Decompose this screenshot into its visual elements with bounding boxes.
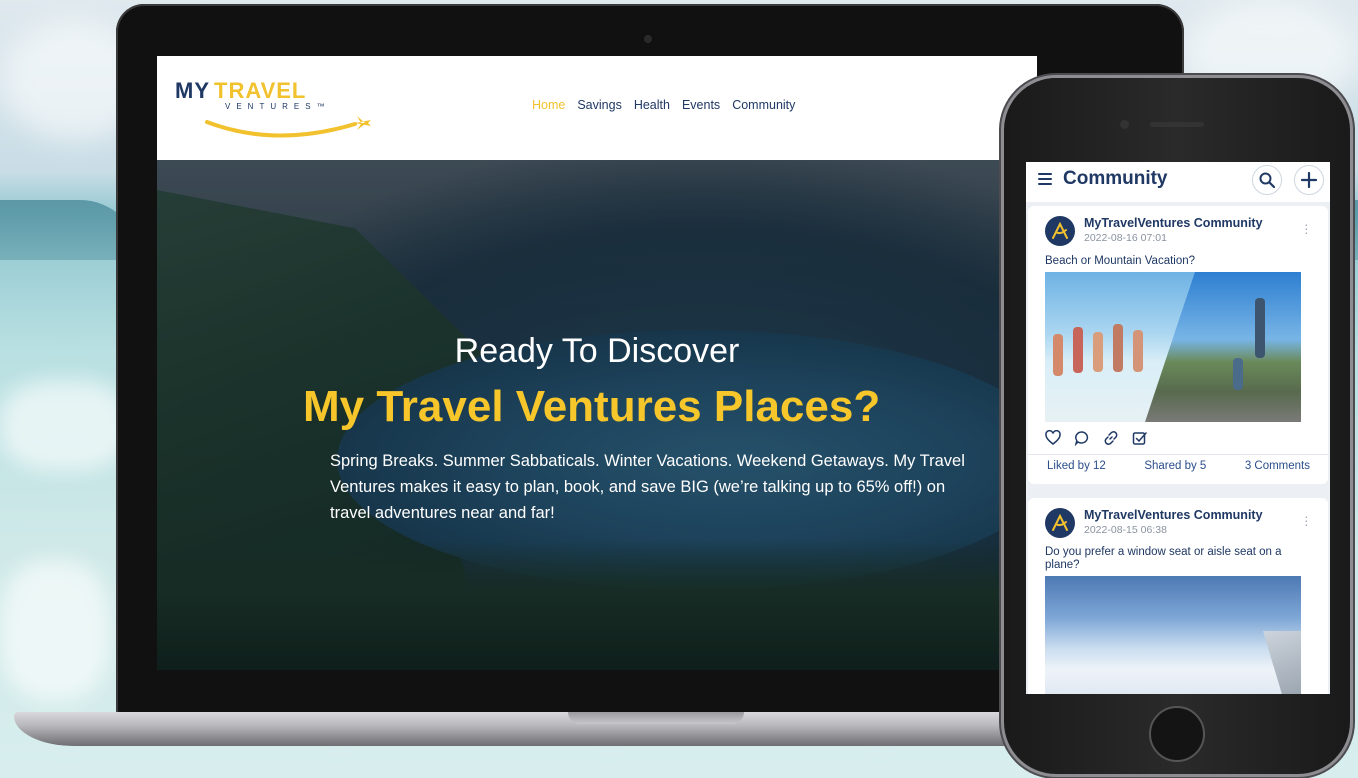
avatar[interactable] <box>1045 508 1075 538</box>
airplane-swoosh-icon <box>205 116 371 138</box>
hiker-figure <box>1255 298 1265 358</box>
nav-health[interactable]: Health <box>634 98 670 112</box>
comment-icon[interactable] <box>1074 430 1090 446</box>
main-nav: Home Savings Health Events Community <box>532 98 795 112</box>
hamburger-icon[interactable] <box>1038 173 1052 185</box>
plus-icon <box>1301 172 1317 188</box>
sea-foam <box>0 560 110 700</box>
shares-count[interactable]: Shared by 5 <box>1144 460 1206 472</box>
link-icon[interactable] <box>1103 430 1119 446</box>
logo-text-my: MY <box>175 78 210 103</box>
nav-savings[interactable]: Savings <box>577 98 621 112</box>
sea-foam <box>0 380 130 470</box>
nav-home[interactable]: Home <box>532 98 565 112</box>
hero-banner: Ready To Discover My Travel Ventures Pla… <box>157 160 1037 670</box>
person-figure <box>1113 324 1123 372</box>
phone-speaker <box>1150 122 1204 127</box>
search-icon <box>1259 172 1275 188</box>
person-figure <box>1073 327 1083 373</box>
home-button[interactable] <box>1149 706 1205 762</box>
checkbox-icon[interactable] <box>1132 430 1148 446</box>
laptop-base <box>14 712 1074 746</box>
app-title: Community <box>1063 168 1168 189</box>
post-image[interactable] <box>1045 576 1301 694</box>
phone-screen: Community MyTravelVentures Community 202… <box>1026 162 1330 694</box>
hero-heading: Ready To Discover <box>454 332 740 370</box>
sky-photo <box>1045 576 1301 694</box>
post-author[interactable]: MyTravelVentures Community <box>1084 508 1263 522</box>
post-timestamp: 2022-08-15 06:38 <box>1084 524 1167 536</box>
post-card: MyTravelVentures Community 2022-08-16 07… <box>1028 206 1328 484</box>
search-button[interactable] <box>1252 165 1282 195</box>
brand-avatar-icon <box>1052 513 1068 531</box>
laptop-hinge-notch <box>568 712 744 724</box>
site-logo[interactable]: MY TRAVEL VENTURES™ <box>175 76 371 138</box>
avatar[interactable] <box>1045 216 1075 246</box>
heart-icon[interactable] <box>1045 430 1061 446</box>
post-text: Beach or Mountain Vacation? <box>1045 255 1196 267</box>
post-stats: Liked by 12 Shared by 5 3 Comments <box>1028 460 1328 472</box>
logo-text-travel: TRAVEL <box>214 78 307 103</box>
more-options-icon[interactable]: · · · <box>1304 217 1309 239</box>
hiker-figure <box>1233 358 1243 390</box>
hero-description: Spring Breaks. Summer Sabbaticals. Winte… <box>330 452 965 522</box>
more-options-icon[interactable]: · · · <box>1304 509 1309 531</box>
person-figure <box>1133 330 1143 372</box>
post-author[interactable]: MyTravelVentures Community <box>1084 216 1263 230</box>
post-actions <box>1045 430 1148 446</box>
likes-count[interactable]: Liked by 12 <box>1047 460 1106 472</box>
laptop-screen: MY TRAVEL VENTURES™ Home Savings Health … <box>157 56 1037 670</box>
site-header: MY TRAVEL VENTURES™ Home Savings Health … <box>157 56 1037 160</box>
brand-avatar-icon <box>1052 221 1068 239</box>
post-text: Do you prefer a window seat or aisle sea… <box>1045 546 1282 571</box>
post-timestamp: 2022-08-16 07:01 <box>1084 232 1167 244</box>
add-post-button[interactable] <box>1294 165 1324 195</box>
nav-events[interactable]: Events <box>682 98 720 112</box>
phone-camera <box>1120 120 1129 129</box>
phone-frame: Community MyTravelVentures Community 202… <box>1004 78 1350 774</box>
comments-count[interactable]: 3 Comments <box>1245 460 1310 472</box>
person-figure <box>1053 334 1063 376</box>
post-card: MyTravelVentures Community 2022-08-15 06… <box>1028 498 1328 694</box>
post-image[interactable] <box>1045 272 1301 422</box>
app-bar: Community <box>1026 162 1330 202</box>
laptop-camera <box>644 35 652 43</box>
nav-community[interactable]: Community <box>732 98 795 112</box>
divider <box>1028 454 1328 455</box>
hero-heading-highlight: My Travel Ventures Places? <box>303 382 881 431</box>
person-figure <box>1093 332 1103 372</box>
